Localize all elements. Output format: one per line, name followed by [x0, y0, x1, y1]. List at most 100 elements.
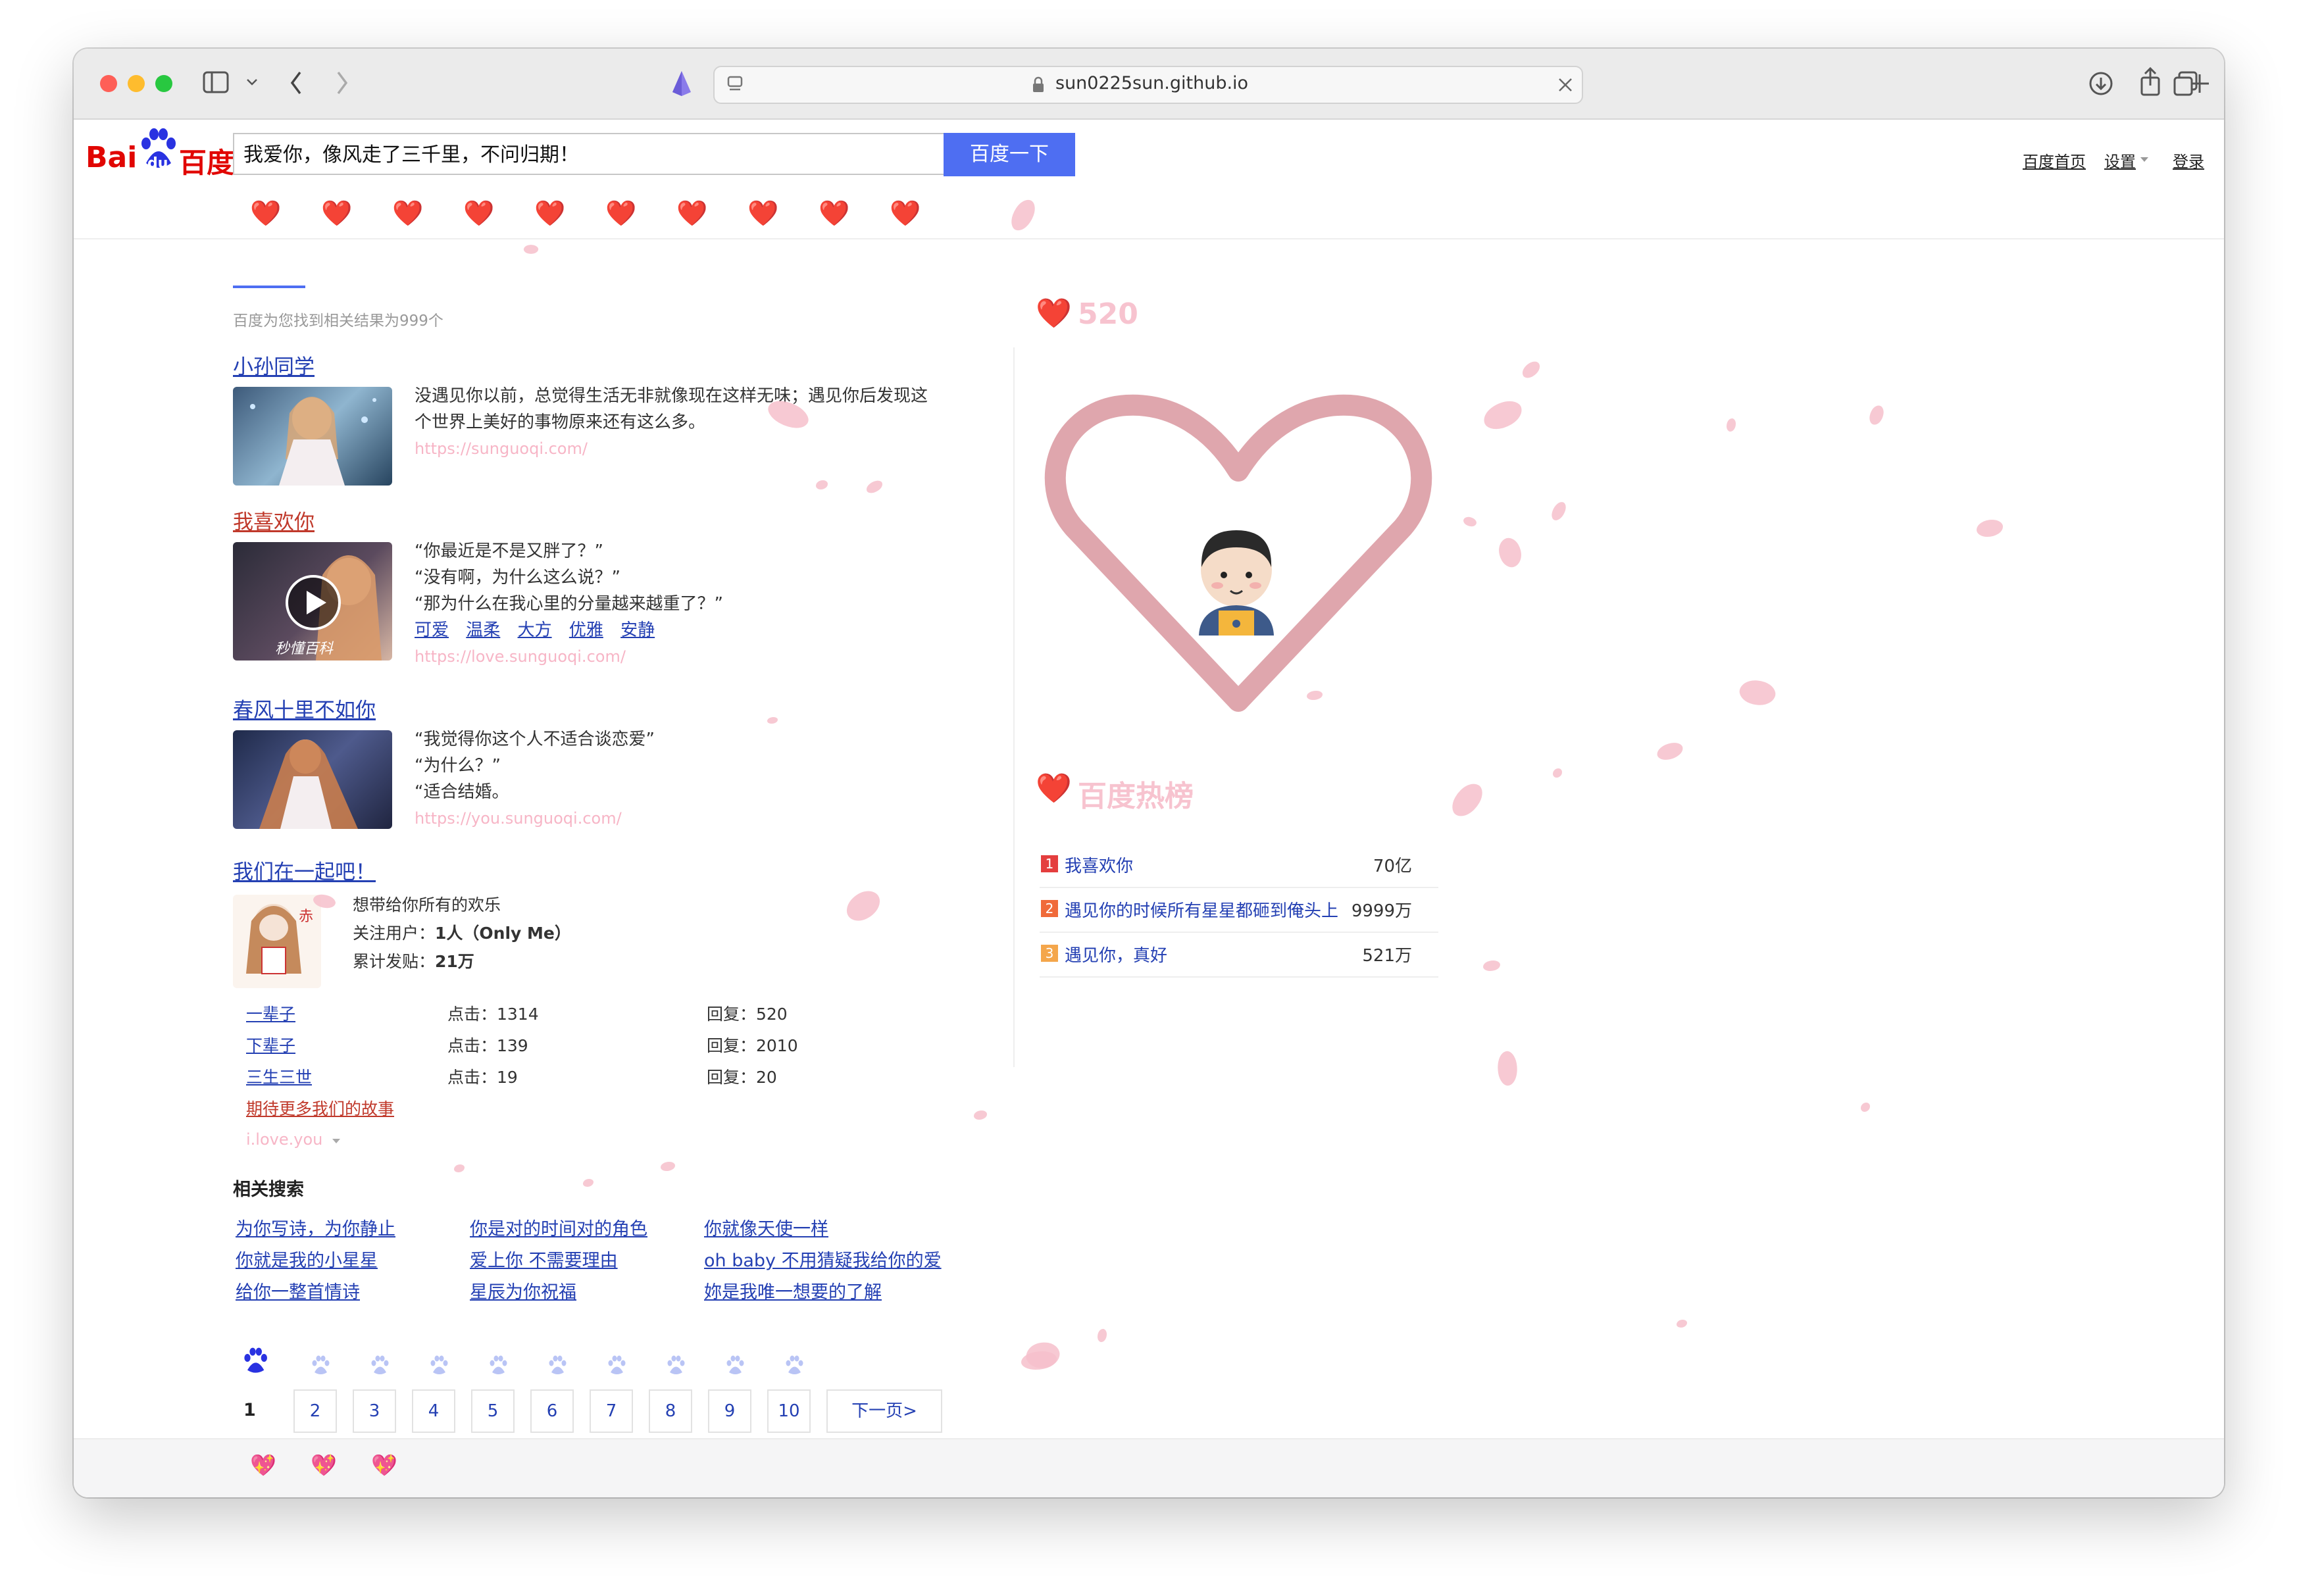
zoom-window-button[interactable]: [155, 75, 172, 92]
desc-line: 没遇见你以前，总觉得生活无非就像现在这样无味；遇见你后发现这: [415, 386, 928, 406]
table-row: 三生三世 点击：19 回复：20: [246, 1062, 1036, 1093]
tab-heart-10[interactable]: ❤️: [890, 199, 921, 228]
result-count: 百度为您找到相关结果为999个: [233, 312, 443, 330]
tab-heart-8[interactable]: ❤️: [747, 199, 778, 228]
page-menu-icon[interactable]: [726, 75, 745, 93]
footer-heart-icon[interactable]: 💖: [250, 1453, 276, 1478]
result-url-1[interactable]: https://sunguoqi.com/: [415, 436, 928, 462]
video-caption: 秒懂百科: [275, 641, 334, 657]
tag-link[interactable]: 可爱: [415, 620, 449, 640]
home-link[interactable]: 百度首页: [2023, 149, 2086, 172]
tieba-avatar[interactable]: 赤: [233, 895, 321, 988]
related-search-link[interactable]: oh baby 不用猜疑我给你的爱: [704, 1246, 942, 1272]
tabs-icon[interactable]: [2173, 71, 2199, 97]
search-input[interactable]: 我爱你，像风走了三千里，不问归期！: [233, 133, 944, 175]
tag-link[interactable]: 温柔: [466, 620, 500, 640]
result-url-3[interactable]: https://you.sunguoqi.com/: [415, 805, 655, 832]
chevron-down-icon[interactable]: [2140, 157, 2149, 163]
page-link-6[interactable]: 6: [530, 1389, 574, 1433]
tieba-title[interactable]: 我们在一起吧！: [233, 855, 376, 885]
table-row: 下辈子 点击：139 回复：2010: [246, 1030, 1036, 1062]
column-divider: [1013, 347, 1015, 1067]
tag-link[interactable]: 大方: [518, 620, 552, 640]
page-link-3[interactable]: 3: [353, 1389, 396, 1433]
search-button[interactable]: 百度一下: [944, 133, 1075, 176]
tab-heart-2[interactable]: ❤️: [321, 199, 352, 228]
hot-item-text[interactable]: 遇见你，真好: [1065, 942, 1167, 966]
close-window-button[interactable]: [100, 75, 117, 92]
tab-heart-4[interactable]: ❤️: [463, 199, 494, 228]
result-title-3[interactable]: 春风十里不如你: [233, 693, 376, 723]
desc-line: 个世界上美好的事物原来还有这么多。: [415, 412, 706, 432]
settings-link[interactable]: 设置: [2104, 149, 2136, 172]
thread-link[interactable]: 一辈子: [246, 1005, 295, 1024]
related-search-link[interactable]: 你就像天使一样: [704, 1214, 828, 1240]
svg-text:赤: 赤: [299, 909, 313, 925]
close-icon[interactable]: [1557, 76, 1574, 93]
thread-link[interactable]: 三生三世: [246, 1068, 312, 1087]
tag-link[interactable]: 安静: [620, 620, 655, 640]
chevron-left-icon[interactable]: [288, 70, 304, 96]
related-search-link[interactable]: 为你写诗，为你静止: [236, 1214, 395, 1240]
related-search-link[interactable]: 妳是我唯一想要的了解: [704, 1278, 882, 1303]
tab-heart-9[interactable]: ❤️: [819, 199, 849, 228]
hot-item-text[interactable]: 我喜欢你: [1065, 853, 1133, 877]
desc-line: “没有啊，为什么这么说？”: [415, 568, 620, 587]
chevron-right-icon[interactable]: [334, 70, 350, 96]
address-bar[interactable]: sun0225sun.github.io: [713, 66, 1583, 104]
heart-icon: ❤️: [1036, 297, 1072, 330]
tag-link[interactable]: 优雅: [569, 620, 603, 640]
chevron-down-icon[interactable]: [246, 78, 258, 87]
share-icon[interactable]: [2138, 67, 2162, 96]
page-link-8[interactable]: 8: [649, 1389, 692, 1433]
logo-text-bai: Bai: [86, 141, 138, 174]
hot-item-value: 70亿: [1373, 857, 1412, 876]
hot-list-item[interactable]: 1 我喜欢你 70亿: [1040, 843, 1438, 888]
hot-item-text[interactable]: 遇见你的时候所有星星都砸到俺头上: [1065, 897, 1338, 922]
more-stories-link[interactable]: 期待更多我们的故事: [246, 1099, 394, 1118]
related-search-link[interactable]: 你是对的时间对的角色: [470, 1214, 647, 1240]
petal-decoration: [661, 1162, 675, 1171]
petal-decoration: [1448, 778, 1487, 822]
tab-heart-3[interactable]: ❤️: [392, 199, 423, 228]
minimize-window-button[interactable]: [128, 75, 145, 92]
page-link-5[interactable]: 5: [471, 1389, 515, 1433]
tab-heart-7[interactable]: ❤️: [676, 199, 707, 228]
related-search-link[interactable]: 给你一整首情诗: [236, 1278, 360, 1303]
footer-heart-icon[interactable]: 💖: [371, 1453, 397, 1478]
next-page-button[interactable]: 下一页>: [826, 1389, 942, 1433]
result-desc-2: “你最近是不是又胖了？” “没有啊，为什么这么说？” “那为什么在我心里的分量越…: [415, 538, 723, 670]
related-search-link[interactable]: 爱上你 不需要理由: [470, 1246, 618, 1272]
table-row: i.love.you: [246, 1124, 1036, 1154]
page-link-9[interactable]: 9: [708, 1389, 751, 1433]
sidebar-icon[interactable]: [203, 71, 229, 95]
tag-list: 可爱 温柔 大方 优雅 安静: [415, 617, 723, 643]
hot-list-item[interactable]: 3 遇见你，真好 521万: [1040, 933, 1438, 978]
related-search-link[interactable]: 你就是我的小星星: [236, 1246, 378, 1272]
tab-heart-1[interactable]: ❤️: [250, 199, 281, 228]
page-link-2[interactable]: 2: [293, 1389, 337, 1433]
url-text: sun0225sun.github.io: [1055, 73, 1249, 93]
login-link[interactable]: 登录: [2173, 149, 2204, 172]
result-thumbnail-1[interactable]: [233, 387, 392, 486]
related-search-link[interactable]: 星辰为你祝福: [470, 1278, 576, 1303]
tab-heart-5[interactable]: ❤️: [534, 199, 565, 228]
active-tab-indicator: [233, 286, 305, 288]
result-title-1[interactable]: 小孙同学: [233, 350, 315, 380]
tieba-source[interactable]: i.love.you: [246, 1130, 322, 1149]
result-title-2[interactable]: 我喜欢你: [233, 505, 315, 535]
page-link-10[interactable]: 10: [767, 1389, 811, 1433]
thread-link[interactable]: 下辈子: [246, 1036, 295, 1055]
hot-list-item[interactable]: 2 遇见你的时候所有星星都砸到俺头上 9999万: [1040, 888, 1438, 933]
result-url-2[interactable]: https://love.sunguoqi.com/: [415, 643, 723, 670]
chevron-down-icon[interactable]: [332, 1138, 341, 1145]
page-link-4[interactable]: 4: [412, 1389, 455, 1433]
download-icon[interactable]: [2088, 71, 2113, 96]
result-thumbnail-3[interactable]: [233, 730, 392, 829]
tab-heart-6[interactable]: ❤️: [605, 199, 636, 228]
footer-heart-icon[interactable]: 💖: [311, 1453, 337, 1478]
petal-decoration: [1480, 397, 1525, 433]
extension-icon[interactable]: [670, 70, 694, 97]
result-video-thumbnail-2[interactable]: 秒懂百科: [233, 542, 392, 661]
page-link-7[interactable]: 7: [590, 1389, 633, 1433]
